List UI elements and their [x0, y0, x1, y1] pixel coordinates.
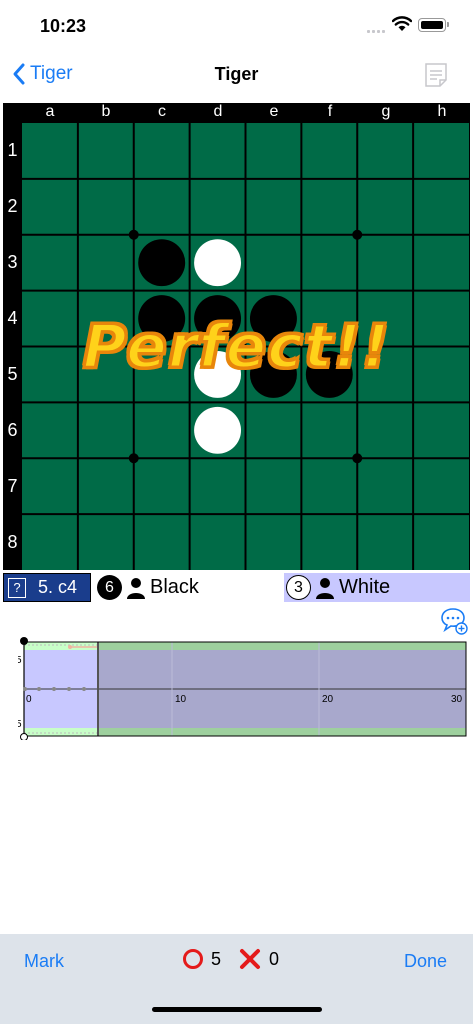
- white-disc: [194, 350, 242, 398]
- home-indicator: [152, 1007, 322, 1012]
- hint-question-icon: ?: [8, 577, 26, 598]
- status-bar: 10:23: [0, 0, 473, 50]
- column-label: f: [327, 103, 333, 120]
- column-label: h: [437, 103, 447, 120]
- row-label: 5: [7, 363, 18, 384]
- mark-button[interactable]: Mark: [24, 951, 64, 972]
- black-disc: [249, 350, 297, 398]
- graph-x-tick: 30: [451, 694, 463, 705]
- person-icon: [316, 577, 334, 599]
- black-player-name: Black: [150, 576, 199, 598]
- column-label: g: [381, 103, 391, 120]
- row-label: 6: [7, 419, 18, 440]
- navigation-bar: Tiger Tiger: [0, 50, 473, 102]
- row-label: 3: [7, 252, 18, 273]
- white-disc: [194, 239, 242, 287]
- column-label: a: [45, 103, 55, 120]
- black-disc-count: 6: [97, 575, 122, 600]
- black-disc: [305, 350, 353, 398]
- white-marker: [20, 733, 28, 740]
- graph-y-tick-bottom: 5: [18, 719, 22, 730]
- cellular-signal-icon: [367, 27, 387, 33]
- graph-y-tick-top: 5: [18, 655, 22, 666]
- add-comment-icon[interactable]: [440, 607, 468, 635]
- game-info-bar: ? 5. c4 6 Black 3 White: [3, 573, 470, 602]
- star-point: [352, 453, 363, 464]
- star-point: [128, 453, 139, 464]
- black-player: 6 Black: [95, 573, 281, 602]
- correct-circle-icon: [183, 949, 203, 969]
- star-point: [352, 229, 363, 240]
- row-labels: 1 2 3 4 5 6 7 8: [3, 123, 22, 570]
- wrong-cross-icon: [240, 949, 261, 969]
- bottom-toolbar: Mark 5 0 Done: [0, 934, 473, 1024]
- black-marker: [20, 637, 28, 645]
- battery-icon: [418, 18, 449, 32]
- wifi-icon: [392, 16, 412, 31]
- othello-board: a b c d e f g h 1 2 3 4 5 6 7 8: [3, 103, 470, 570]
- row-label: 7: [7, 475, 18, 496]
- done-button[interactable]: Done: [404, 951, 447, 972]
- graph-x-tick: 20: [322, 694, 334, 705]
- correct-count: 5: [211, 948, 222, 969]
- black-disc: [138, 295, 186, 343]
- page-title: Tiger: [214, 64, 259, 84]
- wrong-count: 0: [269, 948, 280, 969]
- graph-x-tick: 0: [26, 694, 32, 705]
- column-label: d: [213, 103, 223, 120]
- white-disc: [194, 406, 242, 454]
- column-label: e: [269, 103, 279, 120]
- white-disc-count: 3: [286, 575, 311, 600]
- black-disc: [194, 295, 242, 343]
- current-move: 5. c4: [38, 577, 78, 597]
- board-grid[interactable]: [22, 123, 469, 570]
- white-player: 3 White: [284, 573, 470, 602]
- white-player-name: White: [339, 576, 391, 598]
- row-label: 8: [7, 531, 18, 552]
- notes-icon[interactable]: [424, 62, 448, 88]
- board-canvas[interactable]: [22, 123, 469, 570]
- black-disc: [249, 295, 297, 343]
- column-label: b: [101, 103, 111, 120]
- graph-x-tick: 10: [175, 694, 187, 705]
- status-time: 10:23: [40, 16, 87, 36]
- row-label: 4: [7, 308, 18, 329]
- column-labels: a b c d e f g h: [22, 103, 470, 123]
- row-label: 1: [7, 140, 18, 161]
- black-disc: [138, 239, 186, 287]
- column-label: c: [158, 103, 166, 120]
- evaluation-graph[interactable]: 5 5 0 10 20 30: [18, 636, 470, 740]
- person-icon: [127, 577, 145, 599]
- score-summary: 5 0: [183, 948, 279, 970]
- row-label: 2: [7, 196, 18, 217]
- star-point: [128, 229, 139, 240]
- move-hint[interactable]: ? 5. c4: [3, 573, 91, 602]
